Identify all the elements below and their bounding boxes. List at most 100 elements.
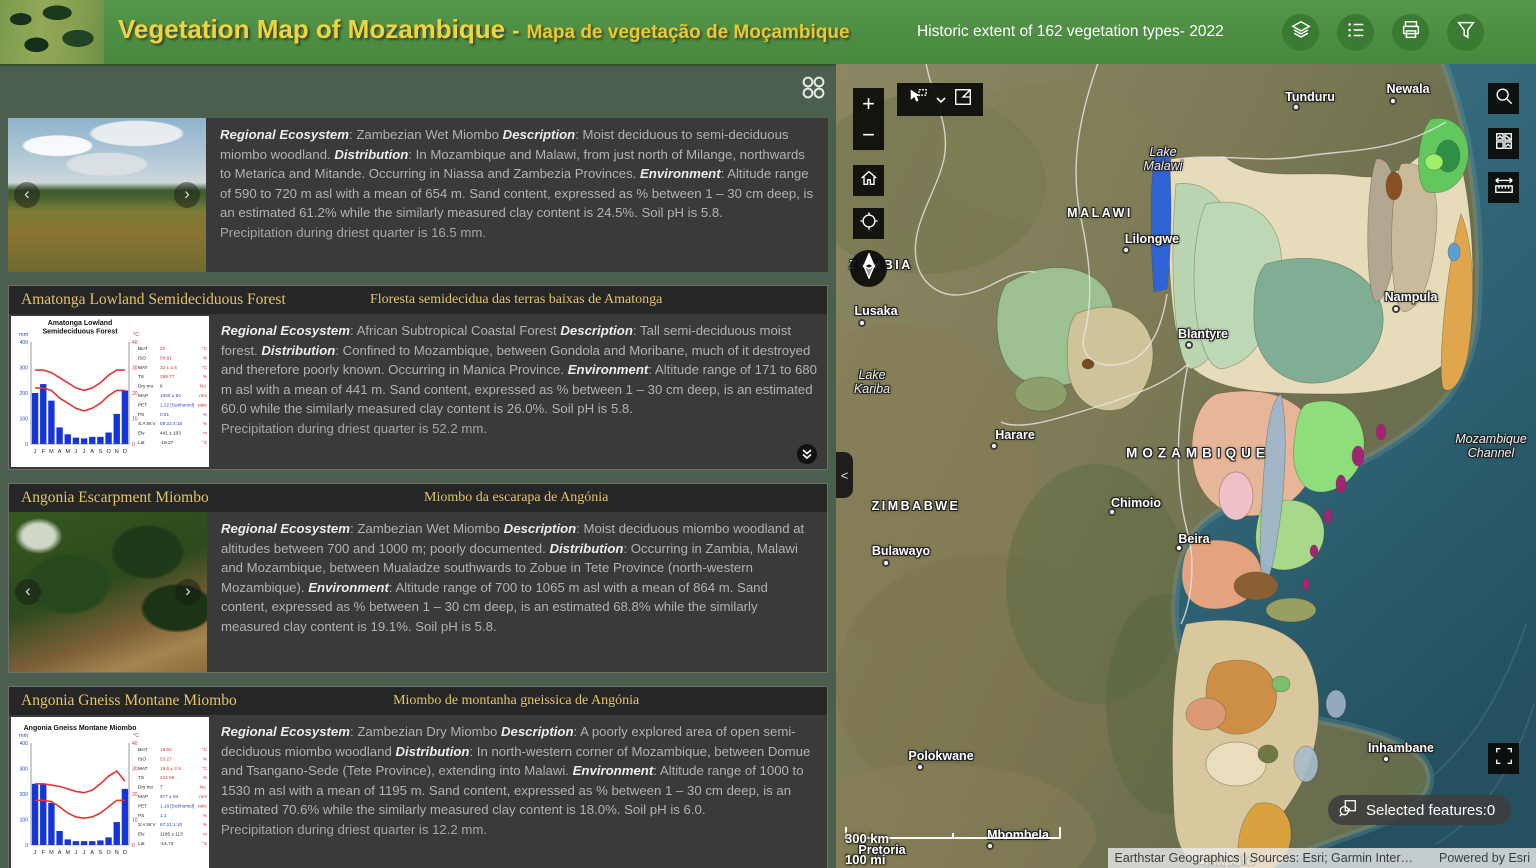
svg-text:ratio: ratio xyxy=(198,803,208,808)
chevron-left-icon: < xyxy=(841,468,849,483)
svg-text:M: M xyxy=(65,850,70,856)
svg-text:mm: mm xyxy=(19,733,29,739)
svg-text:0: 0 xyxy=(25,843,28,849)
select-cursor-icon[interactable] xyxy=(907,87,929,112)
selected-features-pill[interactable]: Selected features:0 xyxy=(1328,795,1511,825)
svg-text:977 ± 94: 977 ± 94 xyxy=(160,794,179,799)
carousel-next-button[interactable]: › xyxy=(175,579,201,605)
field-label: Distribution xyxy=(261,343,335,358)
select-features-icon xyxy=(1338,798,1358,822)
search-button[interactable] xyxy=(1488,83,1519,114)
svg-text:Semideciduous Forest: Semideciduous Forest xyxy=(42,329,118,336)
carousel-prev-button[interactable]: ‹ xyxy=(15,579,41,605)
vegetation-card: Amatonga Lowland Semideciduous ForestFlo… xyxy=(8,285,828,470)
svg-text:PET: PET xyxy=(138,803,147,808)
selection-toolbar[interactable] xyxy=(897,83,983,116)
svg-text:1060 ± 84: 1060 ± 84 xyxy=(160,393,181,398)
layer-status-text: Historic extent of 162 vegetation types-… xyxy=(917,23,1224,41)
svg-text:53.27: 53.27 xyxy=(160,756,172,761)
city-label: Polokwane xyxy=(908,749,973,763)
measure-button[interactable] xyxy=(1488,172,1519,203)
app-header: Vegetation Map of Mozambique-Mapa de veg… xyxy=(0,0,1536,64)
carousel-prev-button[interactable]: ‹ xyxy=(14,182,40,208)
svg-text:-19.27: -19.27 xyxy=(160,440,174,445)
card-body: Amatonga LowlandSemideciduous Forestmm°C… xyxy=(9,314,827,469)
svg-text:No.: No. xyxy=(200,384,207,389)
svg-text:D: D xyxy=(123,850,127,856)
carousel-next-button[interactable]: › xyxy=(174,182,200,208)
card-text: Regional Ecosystem: African Subtropical … xyxy=(207,314,827,469)
svg-text:67:21:1:10: 67:21:1:10 xyxy=(160,822,183,827)
plus-icon: + xyxy=(862,91,875,117)
selected-features-label: Selected features:0 xyxy=(1366,802,1495,819)
grid-view-icon[interactable] xyxy=(800,74,826,105)
svg-text:S: S xyxy=(99,850,103,856)
chevron-down-icon[interactable] xyxy=(936,91,946,109)
compass-button[interactable] xyxy=(850,250,887,287)
svg-text:Elv: Elv xyxy=(138,832,145,837)
svg-text:58.91: 58.91 xyxy=(160,355,172,360)
svg-text:S:A:W:V: S:A:W:V xyxy=(138,822,156,827)
city-label: Chimoio xyxy=(1111,496,1161,510)
compass-needle-icon xyxy=(859,253,879,284)
layers-button[interactable] xyxy=(1282,14,1319,51)
title-english: Vegetation Map of Mozambique xyxy=(118,14,505,44)
svg-text:TS: TS xyxy=(138,374,144,379)
print-button[interactable] xyxy=(1392,14,1429,51)
basemap-gallery-button[interactable] xyxy=(1488,128,1519,159)
search-icon xyxy=(1494,86,1514,111)
zoom-in-button[interactable]: + xyxy=(853,88,884,119)
field-label: Environment xyxy=(308,580,389,595)
svg-text:Elv: Elv xyxy=(138,431,145,436)
measure-ruler-icon xyxy=(1493,175,1515,200)
svg-text:J: J xyxy=(34,449,37,455)
legend-button[interactable] xyxy=(1337,14,1374,51)
home-icon xyxy=(859,168,879,193)
panel-collapse-tab[interactable]: < xyxy=(836,452,853,498)
legend-list-icon xyxy=(1345,19,1367,46)
svg-text:1.22 [Subhumid]: 1.22 [Subhumid] xyxy=(160,402,194,407)
attribution-powered[interactable]: Powered by Esri xyxy=(1439,851,1530,865)
city-dot xyxy=(1389,97,1397,105)
svg-text:F: F xyxy=(42,449,46,455)
svg-text:0: 0 xyxy=(25,442,28,448)
svg-text:D: D xyxy=(123,449,127,455)
svg-text:200: 200 xyxy=(20,391,29,397)
svg-text:%: % xyxy=(203,813,207,818)
field-label: Regional Ecosystem xyxy=(220,127,349,142)
svg-text:0: 0 xyxy=(132,843,135,849)
svg-text:J: J xyxy=(34,850,37,856)
minus-icon: − xyxy=(862,122,875,148)
svg-text:400: 400 xyxy=(20,340,29,346)
svg-text:22 ± 2.6: 22 ± 2.6 xyxy=(160,365,177,370)
vegetation-card: ‹›Regional Ecosystem: Zambezian Wet Miom… xyxy=(8,118,828,272)
svg-text:1195 ± 113: 1195 ± 113 xyxy=(160,832,183,837)
svg-text:200: 200 xyxy=(20,792,29,798)
svg-text:J: J xyxy=(83,449,86,455)
zoom-out-button[interactable]: − xyxy=(853,119,884,150)
svg-text:0.91: 0.91 xyxy=(160,412,170,417)
card-title-english: Angonia Gneiss Montane Miombo xyxy=(21,692,237,709)
card-header: Amatonga Lowland Semideciduous ForestFlo… xyxy=(9,286,827,314)
city-dot xyxy=(1185,341,1193,349)
water-label: Mozambique Channel xyxy=(1455,432,1527,460)
home-button[interactable] xyxy=(853,165,884,196)
svg-text:BioT: BioT xyxy=(138,346,148,351)
expand-card-button[interactable] xyxy=(797,444,817,464)
svg-text:1.1: 1.1 xyxy=(160,813,167,818)
city-label: Lusaka xyxy=(854,304,897,318)
field-label: Description xyxy=(560,323,633,338)
print-icon xyxy=(1400,19,1422,46)
svg-text:MAT: MAT xyxy=(138,365,148,370)
svg-text:ISO: ISO xyxy=(138,355,146,360)
locate-button[interactable] xyxy=(853,208,884,239)
field-label: Description xyxy=(503,127,576,142)
filter-button[interactable] xyxy=(1447,14,1484,51)
map[interactable]: TunduruNewalaLake MalawiMALAWILilongweZA… xyxy=(836,64,1536,868)
country-label: ZIMBABWE xyxy=(872,499,961,513)
svg-text:No.: No. xyxy=(200,785,207,790)
select-rectangle-icon[interactable] xyxy=(953,87,973,112)
scale-bar: 300 km 100 mi xyxy=(845,826,1075,867)
svg-text:°C: °C xyxy=(202,747,208,752)
fullscreen-button[interactable] xyxy=(1488,743,1519,774)
